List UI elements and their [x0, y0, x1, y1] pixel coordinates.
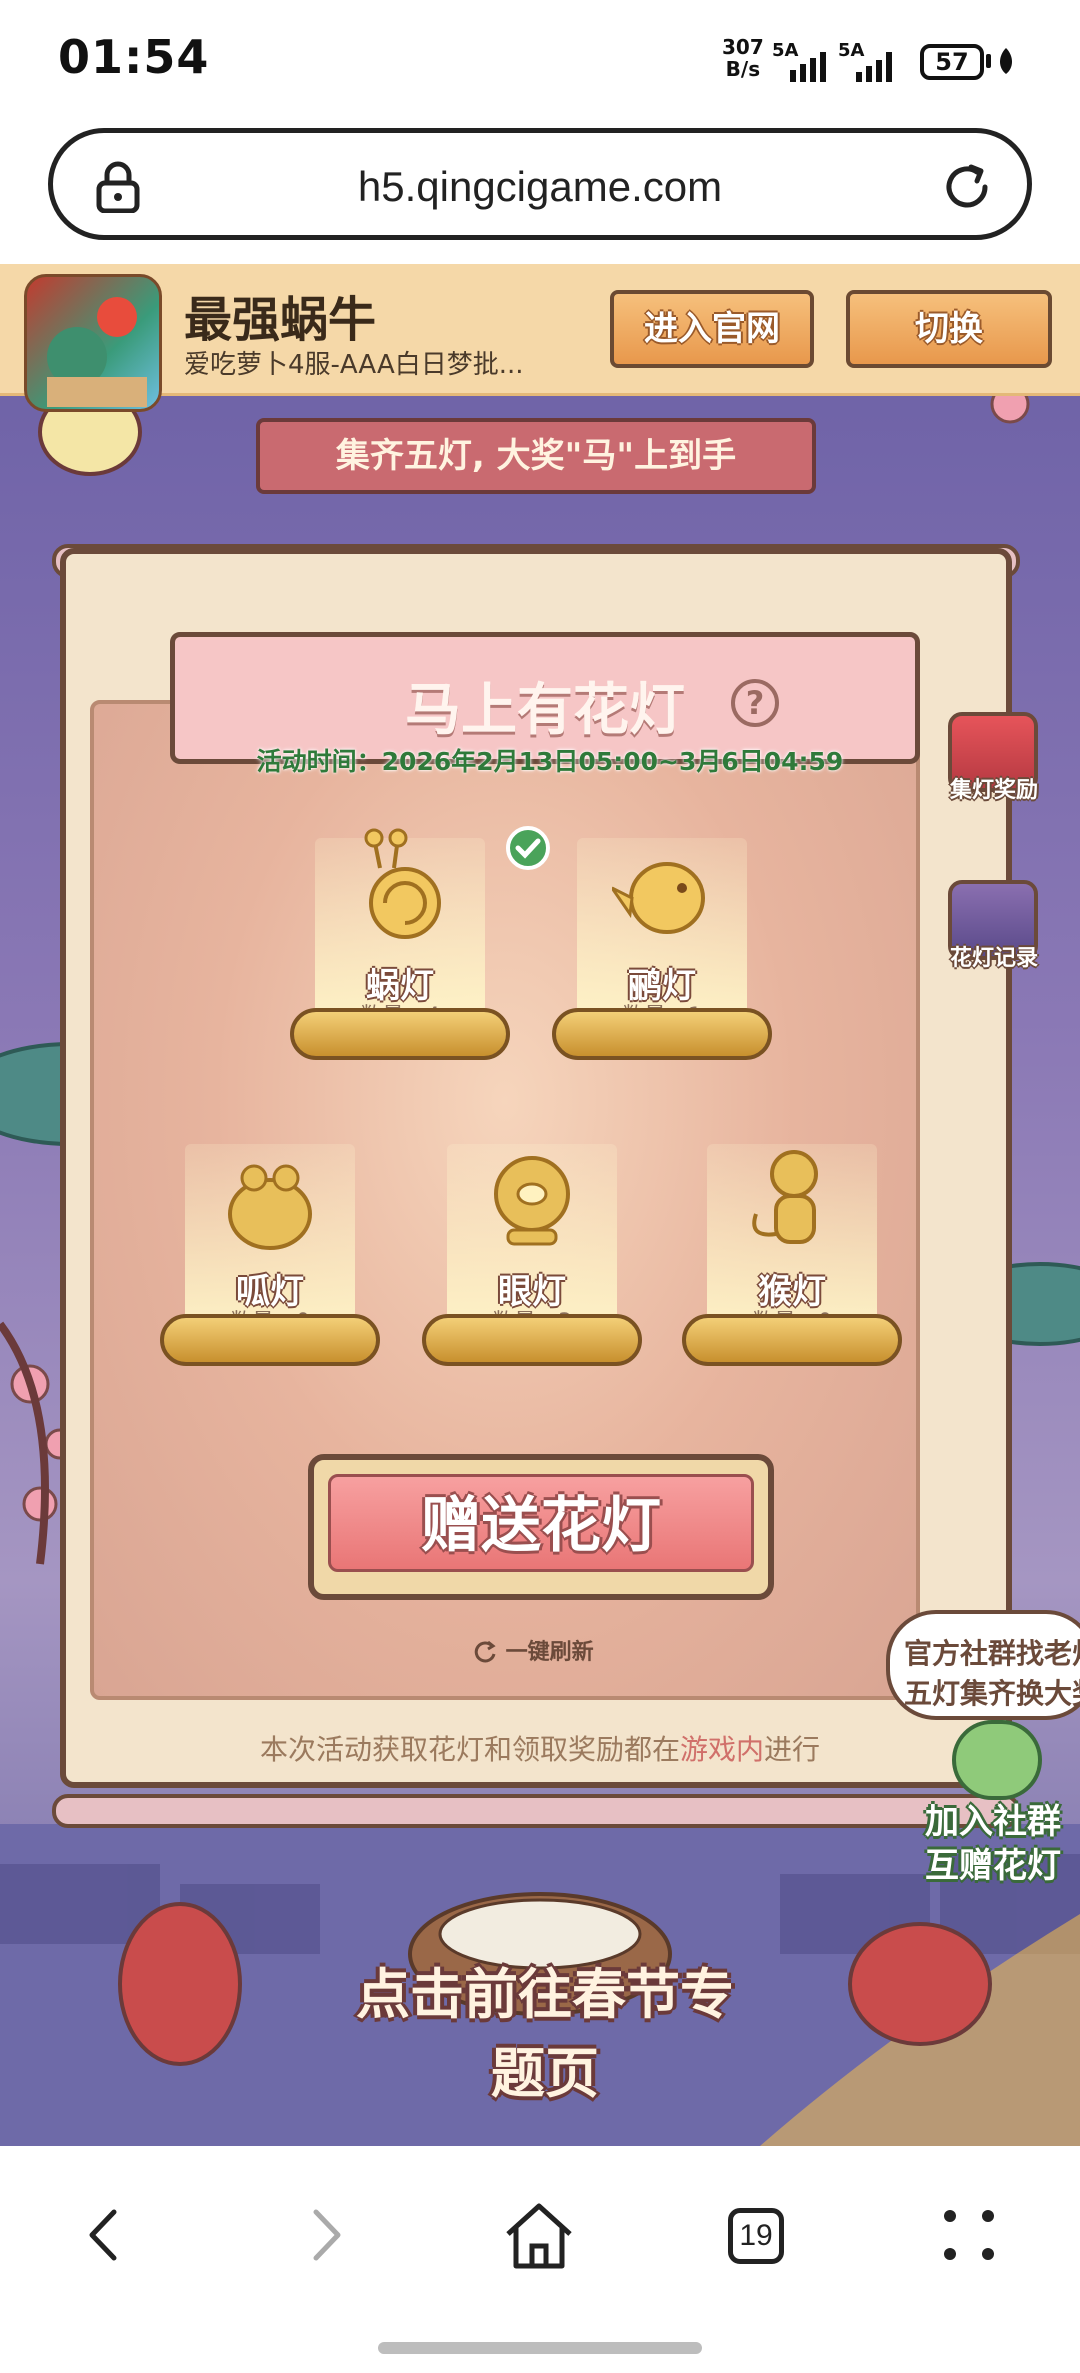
lock-icon[interactable]: [93, 161, 143, 213]
network-speed-value: 307: [722, 35, 764, 59]
address-bar[interactable]: h5.qingcigame.com: [48, 128, 1032, 240]
home-icon[interactable]: [494, 2190, 584, 2280]
switch-button[interactable]: 切换: [846, 290, 1052, 368]
lantern-oriole[interactable]: 鹂灯 数量：1: [552, 818, 772, 1078]
battery-tip: [986, 54, 991, 68]
enter-official-site-button[interactable]: 进入官网: [610, 290, 814, 368]
lantern-snail[interactable]: 蜗灯 数量：4: [290, 818, 510, 1078]
lantern-pedestal: [422, 1314, 642, 1366]
refresh-label: 一键刷新: [505, 1640, 594, 1665]
lantern-record-button[interactable]: 花灯记录: [928, 880, 1060, 1000]
forward-icon[interactable]: [280, 2190, 370, 2280]
gesture-bar[interactable]: [378, 2342, 702, 2354]
monkey-lantern-figure: [752, 1150, 818, 1244]
join-community-button[interactable]: 加入社群 互赠花灯: [918, 1800, 1068, 1888]
signal-icon-sim1: 5A: [772, 40, 838, 82]
menu-dots-icon[interactable]: [924, 2190, 1014, 2280]
signal-icon-sim2: 5A: [838, 40, 904, 82]
app-header: 最强蜗牛 爱吃萝卜4服-AAA白日梦批... 进入官网 切换: [0, 264, 1080, 412]
lantern-pedestal: [682, 1314, 902, 1366]
screen: 01:54 307 B/s 5A 5A 57 h5.qingcigame.com…: [0, 0, 1080, 2373]
snail-character-icon: [47, 297, 147, 407]
leaf-icon: [1000, 48, 1012, 74]
tabs-button[interactable]: 19: [710, 2190, 800, 2280]
join-line-2: 互赠花灯: [925, 1846, 1061, 1886]
sim1-label: 5A: [772, 40, 799, 61]
frog-mascot-icon: [952, 1720, 1042, 1800]
collect-reward-button[interactable]: 集灯奖励: [928, 712, 1060, 832]
lantern-pedestal: [552, 1008, 772, 1060]
eye-lantern-figure: [494, 1156, 570, 1246]
bubble-line-1: 官方社群找老灯: [904, 1637, 1080, 1670]
refresh-icon: [474, 1640, 496, 1663]
slogan-banner: 集齐五灯, 大奖"马"上到手: [256, 418, 816, 494]
lantern-pedestal: [160, 1314, 380, 1366]
event-note-text: 本次活动获取花灯和领取奖励都在: [259, 1733, 680, 1766]
event-note-end: 进行: [764, 1733, 821, 1766]
battery-icon: 57: [920, 44, 984, 80]
event-title: 马上有花灯: [405, 678, 685, 743]
frog-lantern-figure: [228, 1164, 312, 1250]
status-bar: 01:54 307 B/s 5A 5A 57: [0, 0, 1080, 122]
browser-nav-bar: 19: [0, 2146, 1080, 2373]
event-note-highlight: 游戏内: [679, 1733, 764, 1766]
event-note: 本次活动获取花灯和领取奖励都在游戏内进行: [120, 1728, 960, 1768]
lantern-eye[interactable]: 眼灯 数量：3: [422, 1124, 642, 1384]
event-time: 活动时间：2026年2月13日05:00~3月6日04:59: [256, 747, 844, 776]
spring-festival-link[interactable]: 点击前往春节专题页: [350, 1950, 740, 2108]
lantern-monkey[interactable]: 猴灯 数量：0: [682, 1124, 902, 1384]
reload-icon[interactable]: [941, 161, 993, 213]
snail-lantern-figure: [364, 828, 441, 939]
network-speed-unit: B/s: [725, 57, 761, 81]
back-icon[interactable]: [60, 2190, 150, 2280]
server-info: 爱吃萝卜4服-AAA白日梦批...: [184, 350, 524, 380]
game-app-icon[interactable]: [24, 274, 162, 412]
community-bubble[interactable]: 官方社群找老灯 五灯集齐换大奖: [886, 1610, 1080, 1720]
sim2-label: 5A: [838, 40, 865, 61]
refresh-link[interactable]: 一键刷新: [472, 1634, 594, 1666]
help-icon[interactable]: ?: [731, 679, 779, 727]
url-text[interactable]: h5.qingcigame.com: [173, 163, 907, 211]
send-lantern-label: 赠送花灯: [328, 1474, 754, 1572]
tab-count: 19: [728, 2208, 784, 2264]
lantern-record-label: 花灯记录: [949, 946, 1038, 971]
collected-check-icon: [506, 826, 550, 870]
bird-lantern-figure: [612, 862, 705, 934]
game-name: 最强蜗牛: [184, 292, 377, 348]
join-line-1: 加入社群: [925, 1802, 1061, 1842]
lantern-pedestal: [290, 1008, 510, 1060]
scroll-rod-bottom: [52, 1794, 1020, 1828]
lantern-frog[interactable]: 呱灯 数量：0: [160, 1124, 380, 1384]
collect-reward-label: 集灯奖励: [949, 778, 1038, 803]
clock: 01:54: [58, 30, 210, 84]
network-speed: 307 B/s: [722, 36, 764, 80]
send-lantern-button[interactable]: 赠送花灯: [308, 1454, 774, 1600]
bubble-line-2: 五灯集齐换大奖: [904, 1677, 1080, 1710]
